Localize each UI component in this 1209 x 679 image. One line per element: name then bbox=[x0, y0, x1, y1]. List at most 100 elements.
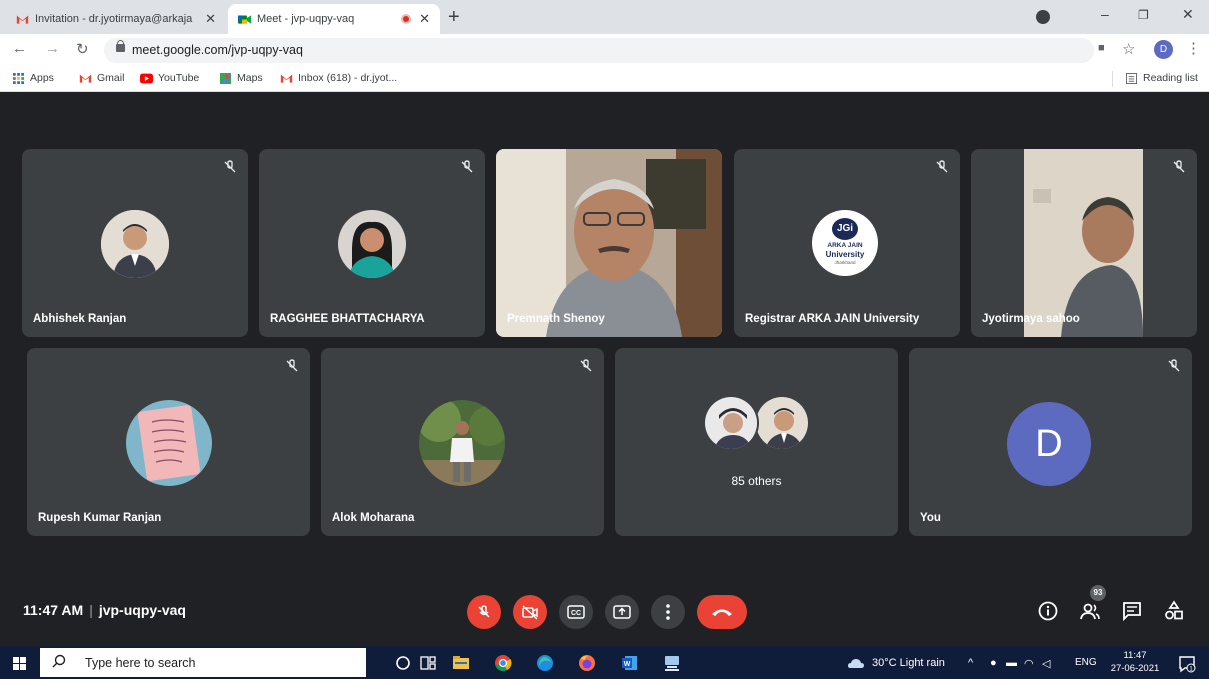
tab-title: Invitation - dr.jyotirmaya@arkaja bbox=[35, 13, 193, 25]
university-logo: JGi ARKA JAIN University Jharkhand bbox=[812, 210, 878, 276]
participant-name: Premnath Shenoy bbox=[507, 313, 605, 325]
restore-icon[interactable]: ❐ bbox=[1138, 8, 1149, 22]
cortana-icon[interactable] bbox=[393, 653, 413, 673]
mic-off-icon bbox=[461, 160, 473, 173]
close-tab-icon[interactable]: ✕ bbox=[419, 11, 430, 27]
notifications-icon[interactable]: 1 bbox=[1177, 654, 1197, 674]
youtube-icon bbox=[140, 73, 153, 83]
participant-tile-rupesh-kumar-ranjan[interactable]: Rupesh Kumar Ranjan bbox=[27, 348, 310, 536]
reload-icon[interactable]: ↻ bbox=[76, 40, 89, 58]
network-app-icon[interactable] bbox=[662, 653, 682, 673]
taskbar-clock[interactable]: 11:47 27-06-2021 bbox=[1105, 649, 1165, 675]
bookmark-star-icon[interactable]: ☆ bbox=[1122, 40, 1135, 58]
microphone-tray-icon[interactable]: ● bbox=[990, 657, 997, 669]
bookmark-label: Apps bbox=[30, 72, 54, 84]
bookmark-apps[interactable]: Apps bbox=[12, 72, 54, 84]
logo-line1: ARKA JAIN bbox=[827, 242, 863, 249]
close-window-icon[interactable]: ✕ bbox=[1182, 6, 1194, 23]
tab-meet[interactable]: Meet - jvp-uqpy-vaq ✕ bbox=[228, 4, 440, 34]
mic-off-icon bbox=[224, 160, 236, 173]
participant-name: You bbox=[920, 512, 941, 524]
battery-icon[interactable]: ▬ bbox=[1006, 657, 1017, 669]
word-icon[interactable]: W bbox=[620, 653, 640, 673]
profile-avatar[interactable]: D bbox=[1154, 40, 1173, 59]
chrome-icon[interactable] bbox=[493, 653, 513, 673]
participant-tile-abhishek-ranjan[interactable]: Abhishek Ranjan bbox=[22, 149, 248, 337]
weather-text[interactable]: 30°C Light rain bbox=[872, 657, 945, 669]
volume-icon[interactable]: ◁ bbox=[1042, 657, 1050, 670]
participant-tile-alok-moharana[interactable]: Alok Moharana bbox=[321, 348, 604, 536]
input-language[interactable]: ENG bbox=[1075, 657, 1097, 668]
you-avatar: D bbox=[1007, 402, 1091, 486]
others-count-label: 85 others bbox=[731, 474, 782, 488]
forward-icon[interactable]: → bbox=[45, 40, 60, 57]
firefox-icon[interactable] bbox=[577, 653, 597, 673]
logo-mark: JGi bbox=[832, 218, 858, 240]
participant-avatar bbox=[703, 395, 759, 451]
tab-search-icon[interactable] bbox=[1036, 10, 1050, 24]
mic-off-icon bbox=[1173, 160, 1185, 173]
participant-name: Registrar ARKA JAIN University bbox=[745, 313, 920, 325]
bookmark-inbox[interactable]: Inbox (618) - dr.jyot... bbox=[280, 72, 397, 84]
leave-call-button[interactable] bbox=[697, 595, 747, 629]
participant-tile-jyotirmaya-sahoo[interactable]: Jyotirmaya sahoo bbox=[971, 149, 1197, 337]
logo-line2: University bbox=[825, 250, 865, 259]
edge-icon[interactable] bbox=[535, 653, 555, 673]
people-icon[interactable] bbox=[1079, 600, 1101, 622]
weather-icon bbox=[848, 659, 864, 668]
wifi-icon[interactable]: ◠ bbox=[1024, 657, 1034, 670]
meeting-details-icon[interactable] bbox=[1037, 600, 1059, 622]
present-screen-button[interactable] bbox=[605, 595, 639, 629]
toggle-mic-button[interactable] bbox=[467, 595, 501, 629]
gmail-icon bbox=[79, 73, 92, 83]
bookmark-youtube[interactable]: YouTube bbox=[140, 72, 199, 84]
more-options-button[interactable] bbox=[651, 595, 685, 629]
minimize-icon[interactable]: – bbox=[1101, 6, 1109, 22]
back-icon[interactable]: ← bbox=[12, 40, 27, 57]
participant-tile-ragghee-bhattacharya[interactable]: RAGGHEE BHATTACHARYA bbox=[259, 149, 485, 337]
people-count-badge: 93 bbox=[1090, 585, 1106, 601]
meet-stage: Abhishek Ranjan RAGGHEE BHATTACHARYA Pre… bbox=[0, 92, 1209, 646]
svg-text:W: W bbox=[624, 661, 631, 668]
captions-button[interactable]: CC bbox=[559, 595, 593, 629]
participant-avatar bbox=[754, 395, 810, 451]
gmail-icon bbox=[280, 73, 293, 83]
participant-tile-premnath-shenoy[interactable]: Premnath Shenoy bbox=[496, 149, 722, 337]
activities-icon[interactable] bbox=[1163, 600, 1185, 622]
bookmark-gmail[interactable]: Gmail bbox=[79, 72, 124, 84]
task-view-icon[interactable] bbox=[418, 653, 438, 673]
chat-icon[interactable] bbox=[1121, 600, 1143, 622]
toggle-camera-button[interactable] bbox=[513, 595, 547, 629]
reading-list-button[interactable]: Reading list bbox=[1125, 72, 1198, 84]
participant-tile-registrar[interactable]: JGi ARKA JAIN University Jharkhand Regis… bbox=[734, 149, 960, 337]
chrome-menu-icon[interactable]: ⋮ bbox=[1186, 39, 1201, 57]
camera-in-use-icon[interactable]: ■ bbox=[1098, 42, 1105, 54]
address-bar[interactable]: meet.google.com/jvp-uqpy-vaq bbox=[104, 38, 1094, 63]
screen: Invitation - dr.jyotirmaya@arkaja ✕ Meet… bbox=[0, 0, 1209, 679]
file-explorer-icon[interactable] bbox=[451, 653, 471, 673]
lock-icon bbox=[116, 40, 125, 52]
camera-off-icon bbox=[522, 605, 538, 620]
windows-start-icon[interactable] bbox=[13, 657, 26, 670]
participant-name: Jyotirmaya sahoo bbox=[982, 313, 1080, 325]
search-icon bbox=[52, 654, 66, 668]
browser-toolbar: ← → ↻ meet.google.com/jvp-uqpy-vaq ■ ☆ D… bbox=[0, 34, 1209, 66]
taskbar-search-box[interactable]: Type here to search bbox=[40, 648, 366, 677]
url-text: meet.google.com/jvp-uqpy-vaq bbox=[132, 43, 303, 57]
bookmark-label: Gmail bbox=[97, 72, 125, 84]
bookmarks-bar: Apps Gmail YouTube Maps Inbox (618) - dr… bbox=[0, 66, 1209, 92]
participant-name: RAGGHEE BHATTACHARYA bbox=[270, 313, 425, 325]
participant-tile-you[interactable]: D You bbox=[909, 348, 1192, 536]
participant-avatar bbox=[338, 210, 406, 278]
apps-icon bbox=[13, 72, 24, 84]
new-tab-button[interactable]: + bbox=[448, 6, 460, 29]
bookmark-maps[interactable]: Maps bbox=[219, 72, 263, 84]
tab-invitation[interactable]: Invitation - dr.jyotirmaya@arkaja ✕ bbox=[6, 4, 226, 34]
participant-name: Rupesh Kumar Ranjan bbox=[38, 512, 162, 524]
show-hidden-icons[interactable]: ^ bbox=[968, 657, 973, 669]
logo-line3: Jharkhand bbox=[834, 260, 856, 265]
close-tab-icon[interactable]: ✕ bbox=[205, 11, 216, 27]
participant-name: Alok Moharana bbox=[332, 512, 415, 524]
participant-avatar bbox=[101, 210, 169, 278]
others-tile[interactable]: 85 others bbox=[615, 348, 898, 536]
